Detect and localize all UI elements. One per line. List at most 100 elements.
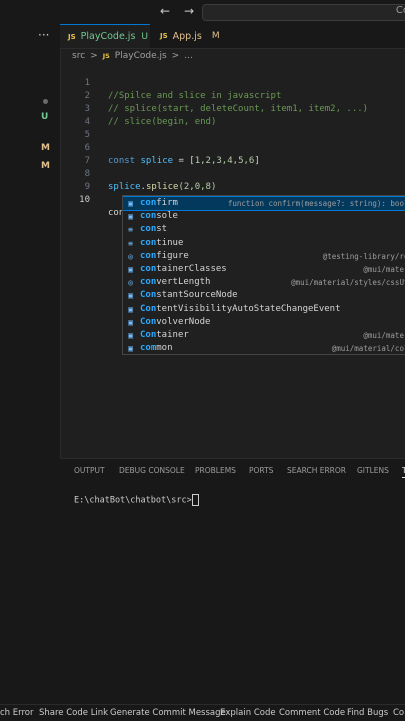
suggestion-detail: @testing-library/rea [322,251,405,261]
code-line: 4 [60,103,90,127]
code-line: 5 [60,116,90,140]
suggestion-label: Container [140,329,189,342]
tab-problems[interactable]: PROBLEMS [195,466,236,475]
suggestion-item[interactable]: ≡ const [123,223,405,236]
code-line: 3 // slice(begin, end) [60,90,217,127]
status-generate-commit-message[interactable]: Generate Commit Message [110,708,226,718]
title-bar: ← → Co [0,0,405,24]
suggestion-item[interactable]: ▣ common @mui/material/colo [123,342,405,354]
code-numbers: 1,2,3,4,5,6 [194,156,255,166]
explorer-sidebar: ··· U M M [0,24,61,704]
code-variable: splice [108,182,141,192]
suggestion-item[interactable]: ≡ continue [123,237,405,250]
suggestion-label: configure [140,250,189,263]
cube-icon: ▣ [128,212,133,222]
code-comment: // splice(start, deleteCount, item1, ite… [108,104,369,114]
suggestion-item[interactable]: ▣ ConvolverNode [123,316,405,329]
suggestion-match: Con [140,316,157,327]
tab-playcode[interactable]: JS PlayCode.js U [60,24,150,48]
tab-status-badge: U [141,31,148,42]
tab-label: PlayCode.js [80,31,136,42]
breadcrumb-symbol[interactable]: ... [184,51,193,61]
suggestion-rest: vertLength [156,277,211,288]
code-line: 6 const splice = [1,2,3,4,5,6] [60,129,260,166]
status-find-bugs[interactable]: Find Bugs [347,708,388,718]
code-comment: //Spilce and slice in javascript [108,91,282,101]
suggestion-match: con [140,224,157,235]
back-arrow-icon[interactable]: ← [160,4,170,18]
suggestion-rest: sole [156,211,178,222]
suggestion-item[interactable]: ◎ convertLength @mui/material/styles/cssUt… [123,276,405,289]
suggestion-rest: tainerClasses [156,264,227,274]
code-statement: splice.splice(2,0,8) [108,181,216,194]
tab-debug-console[interactable]: DEBUG CONSOLE [119,466,185,475]
suggestion-rest: volverNode [156,316,211,327]
status-comment-code[interactable]: Comment Code [279,708,345,718]
suggestion-match: con [140,198,157,208]
code-comment: // slice(begin, end) [108,117,217,127]
keyword-icon: ≡ [128,238,133,248]
cube-icon: ▣ [128,344,133,354]
breadcrumb-separator: > [171,51,180,61]
code-args: (2,0,8) [178,182,217,192]
status-search-error[interactable]: ch Error [0,708,33,718]
code-keyword: const [108,156,136,166]
cube-icon: ▣ [128,265,133,274]
more-actions-icon[interactable]: ··· [38,28,49,42]
suggestion-label: console [140,210,178,223]
cube-icon: ▣ [128,331,133,340]
suggestion-item[interactable]: ▣ ContentVisibilityAutoStateChangeEvent [123,303,405,316]
command-center-search[interactable]: Co [202,4,405,21]
modified-badge: M [41,161,50,171]
code-variable: splice [140,156,174,166]
suggestion-label: convertLength [140,276,210,289]
suggestion-detail: @mui/material/styles/cssUti [291,278,405,288]
status-share-code-link[interactable]: Share Code Link [39,708,108,718]
untracked-badge: U [41,112,49,122]
suggestion-item[interactable]: ▣ ConstantSourceNode [123,289,405,302]
suggestion-match: con [140,277,157,288]
autocomplete-suggestions[interactable]: ▣ confirm function confirm(message?: strin… [122,195,405,355]
status-bar: ch Error Share Code Link Generate Commit… [0,704,405,721]
keyword-icon: ≡ [128,225,133,235]
suggestion-item[interactable]: ▣ Container @mui/materi [123,329,405,342]
tab-ports[interactable]: PORTS [249,466,273,475]
breadcrumb-separator: > [90,51,98,61]
snippet-icon: ◎ [128,278,133,288]
suggestion-item[interactable]: ◎ configure @testing-library/rea [123,250,405,263]
suggestion-label: confirm [140,197,178,210]
terminal-prompt: E:\chatBot\chatbot\src> [74,495,192,506]
suggestion-match: com [140,343,157,354]
suggestion-item[interactable]: ▣ console [123,210,405,223]
suggestion-match: Con [140,330,157,340]
search-text: Co [395,5,405,16]
terminal-prompt-line[interactable]: E:\chatBot\chatbot\src> [74,494,199,506]
suggestion-match: Con [140,290,157,301]
suggestion-rest: st [156,224,168,235]
tab-gitlens[interactable]: GITLENS [357,466,389,475]
tab-app[interactable]: JS App.js M [152,24,237,48]
suggestion-item[interactable]: ▣ containerClasses @mui/materi [123,263,405,276]
breadcrumb-file[interactable]: PlayCode.js [115,51,167,61]
code-punct: = [ [173,156,195,166]
status-explain-code[interactable]: Explain Code [220,708,276,718]
suggestion-detail: @mui/materi [363,331,405,340]
code-punct: ] [254,156,260,166]
tab-search-error[interactable]: SEARCH ERROR [287,466,346,475]
code-statement: const splice = [1,2,3,4,5,6] [108,155,260,168]
suggestion-label: containerClasses [140,263,227,276]
code-line: 8 splice.splice(2,0,8) [60,155,217,192]
breadcrumb-folder[interactable]: src [72,51,85,61]
tab-output[interactable]: OUTPUT [74,466,105,475]
suggestion-rest: tinue [156,237,184,248]
javascript-file-icon: JS [102,52,110,60]
suggestion-detail: function confirm(message?: string): bool… [227,199,405,208]
snippet-icon: ◎ [128,251,133,261]
suggestion-item[interactable]: ▣ confirm function confirm(message?: strin… [123,196,405,211]
suggestion-match: con [140,211,157,222]
breadcrumb: src > JS PlayCode.js > ... [72,51,193,61]
status-code-more[interactable]: Co [393,708,404,718]
suggestion-rest: figure [156,250,189,261]
forward-arrow-icon[interactable]: → [184,4,194,18]
suggestion-match: Con [140,303,157,314]
